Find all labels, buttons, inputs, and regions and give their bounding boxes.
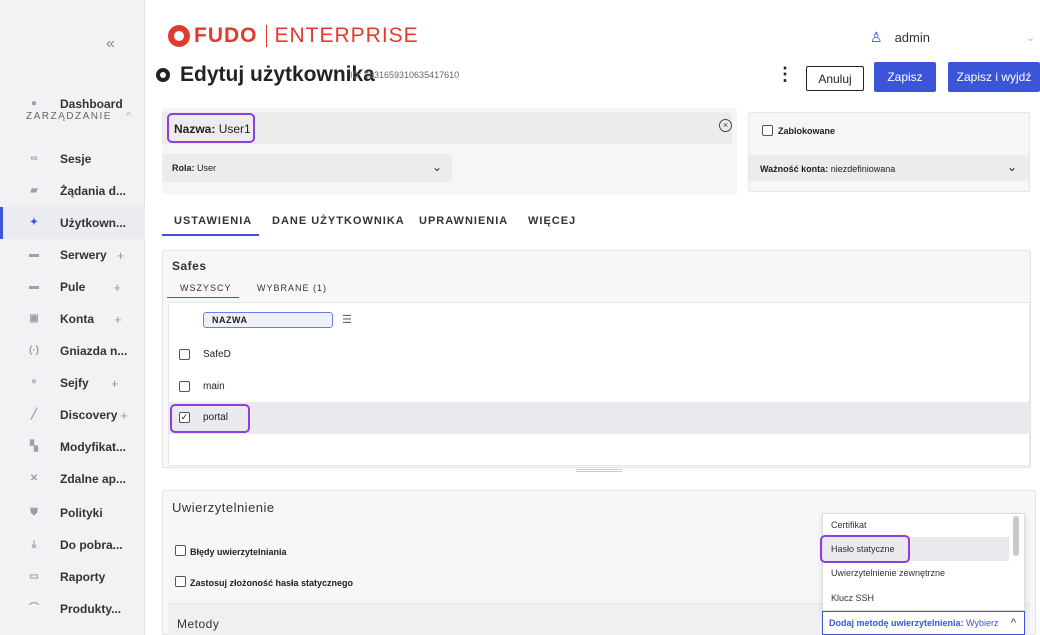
- chevron-up-icon: ^: [125, 111, 133, 122]
- password-complexity-label: Zastosuj złożoność hasła statycznego: [190, 578, 354, 588]
- highlight-name: [167, 113, 255, 143]
- table-row[interactable]: ✓ portal: [169, 402, 1030, 434]
- products-icon: ⌒: [29, 603, 39, 614]
- brand-divider: [265, 25, 267, 47]
- sidebar-item-policies[interactable]: ⛊ Polityki: [0, 497, 145, 529]
- auth-failures-label: Błędy uwierzytelniania: [190, 547, 287, 557]
- sidebar-item-reports[interactable]: ▭ Raporty: [0, 561, 145, 593]
- requests-icon: ▰: [30, 185, 38, 196]
- sidebar-item-remote-apps[interactable]: ✕ Zdalne ap...: [0, 463, 145, 495]
- table-row[interactable]: SafeD: [169, 339, 1030, 371]
- sidebar-item-modifiers[interactable]: ▚ Modyfikat...: [0, 431, 145, 463]
- active-tab-indicator: [162, 234, 259, 236]
- chevron-up-icon: ^: [1010, 617, 1016, 629]
- brand-logo[interactable]: FUDO ENTERPRISE: [168, 24, 419, 48]
- chevron-down-icon: ⌄: [1026, 32, 1036, 44]
- policies-icon: ⛊: [30, 507, 38, 518]
- sidebar-item-accounts[interactable]: ▣ Konta +: [0, 303, 145, 335]
- back-icon[interactable]: [156, 68, 170, 82]
- tab-settings[interactable]: USTAWIENIA: [174, 215, 252, 227]
- safes-icon: ⚬: [29, 377, 39, 388]
- blocked-label: Zablokowane: [778, 126, 836, 136]
- sidebar-item-servers[interactable]: ▬ Serwery +: [0, 239, 145, 271]
- safes-title: Safes: [172, 259, 207, 273]
- sessions-icon: ∞: [30, 153, 38, 164]
- users-icon: ✦: [29, 217, 39, 228]
- highlight-portal: [170, 404, 250, 433]
- page-title: Edytuj użytkownika: [180, 63, 375, 86]
- discovery-icon: ╱: [30, 409, 38, 420]
- methods-title: Metody: [177, 617, 220, 631]
- add-account-icon[interactable]: +: [114, 312, 122, 327]
- user-id: ID: 8331659310635417610: [350, 70, 460, 80]
- collapse-sidebar-icon[interactable]: «: [106, 35, 115, 53]
- row-checkbox[interactable]: [179, 349, 190, 360]
- resize-handle[interactable]: [576, 469, 622, 472]
- section-label-management[interactable]: ZARZĄDZANIE ^: [26, 111, 132, 122]
- remote-apps-icon: ✕: [29, 473, 39, 484]
- dashboard-icon: ●: [30, 98, 38, 109]
- name-column-header[interactable]: NAZWA: [203, 312, 333, 328]
- servers-icon: ▬: [29, 249, 39, 260]
- subtab-all[interactable]: WSZYSCY: [180, 283, 232, 293]
- cancel-button[interactable]: Anuluj: [806, 66, 864, 91]
- more-options-icon[interactable]: ⋮: [776, 64, 794, 85]
- password-complexity-checkbox[interactable]: [175, 576, 186, 587]
- sidebar-item-requests[interactable]: ▰ Żądania d...: [0, 175, 145, 207]
- dropdown-scrollbar[interactable]: [1013, 516, 1019, 556]
- fudo-logo-icon: [168, 25, 190, 47]
- accounts-icon: ▣: [29, 313, 39, 324]
- save-and-exit-button[interactable]: Zapisz i wyjdź: [948, 62, 1040, 92]
- reports-icon: ▭: [29, 571, 39, 582]
- chevron-down-icon[interactable]: ⌄: [432, 160, 442, 174]
- user-icon: ♙: [870, 29, 883, 45]
- chevron-down-icon[interactable]: ⌄: [1007, 160, 1017, 174]
- tab-user-data[interactable]: DANE UŻYTKOWNIKA: [272, 215, 405, 227]
- add-server-icon[interactable]: +: [117, 248, 125, 263]
- sidebar-item-users[interactable]: ✦ Użytkown...: [0, 207, 145, 239]
- highlight-static-password: [820, 535, 910, 563]
- sidebar-item-listeners[interactable]: (·) Gniazda n...: [0, 335, 145, 367]
- subtab-selected[interactable]: WYBRANE (1): [257, 283, 327, 293]
- active-subtab-indicator: [167, 297, 239, 298]
- sidebar-item-pools[interactable]: ▬ Pule +: [0, 271, 145, 303]
- sidebar: « ● Dashboard ZARZĄDZANIE ^ ∞ Sesje ▰ Żąd…: [0, 0, 145, 635]
- tab-more[interactable]: WIĘCEJ: [528, 215, 576, 227]
- sidebar-item-products[interactable]: ⌒ Produkty...: [0, 593, 145, 625]
- add-method-select[interactable]: Dodaj metodę uwierzytelnienia: Wybierz ^: [822, 611, 1025, 635]
- auth-failures-checkbox[interactable]: [175, 545, 186, 556]
- dropdown-item-certificate[interactable]: Certifikat: [823, 513, 1009, 537]
- add-pool-icon[interactable]: +: [113, 280, 121, 295]
- user-menu[interactable]: ♙ admin ⌄: [870, 29, 1035, 46]
- blocked-checkbox[interactable]: [762, 125, 773, 136]
- pools-icon: ▬: [29, 281, 39, 292]
- add-discovery-icon[interactable]: +: [120, 408, 128, 423]
- sidebar-item-discovery[interactable]: ╱ Discovery +: [0, 399, 145, 431]
- modifiers-icon: ▚: [30, 441, 38, 452]
- listeners-icon: (·): [29, 345, 39, 356]
- clear-icon[interactable]: ×: [719, 119, 732, 132]
- role-value: Rola: User: [172, 163, 217, 173]
- tab-permissions[interactable]: UPRAWNIENIA: [419, 215, 508, 227]
- add-safe-icon[interactable]: +: [111, 376, 119, 391]
- sidebar-item-sessions[interactable]: ∞ Sesje: [0, 143, 145, 175]
- sidebar-item-safes[interactable]: ⚬ Sejfy +: [0, 367, 145, 399]
- table-row[interactable]: main: [169, 371, 1030, 403]
- sidebar-item-download[interactable]: ⤓ Do pobra...: [0, 529, 145, 561]
- dropdown-item-ssh-key[interactable]: Klucz SSH: [823, 586, 1009, 610]
- dropdown-item-external-auth[interactable]: Uwierzytelnienie zewnętrzne: [823, 561, 1009, 585]
- validity-value: Ważność konta: niezdefiniowana: [760, 164, 896, 174]
- download-icon: ⤓: [31, 539, 37, 550]
- filter-icon[interactable]: ☰: [342, 313, 352, 326]
- row-checkbox[interactable]: [179, 381, 190, 392]
- save-button[interactable]: Zapisz: [874, 62, 936, 92]
- auth-title: Uwierzytelnienie: [172, 500, 275, 515]
